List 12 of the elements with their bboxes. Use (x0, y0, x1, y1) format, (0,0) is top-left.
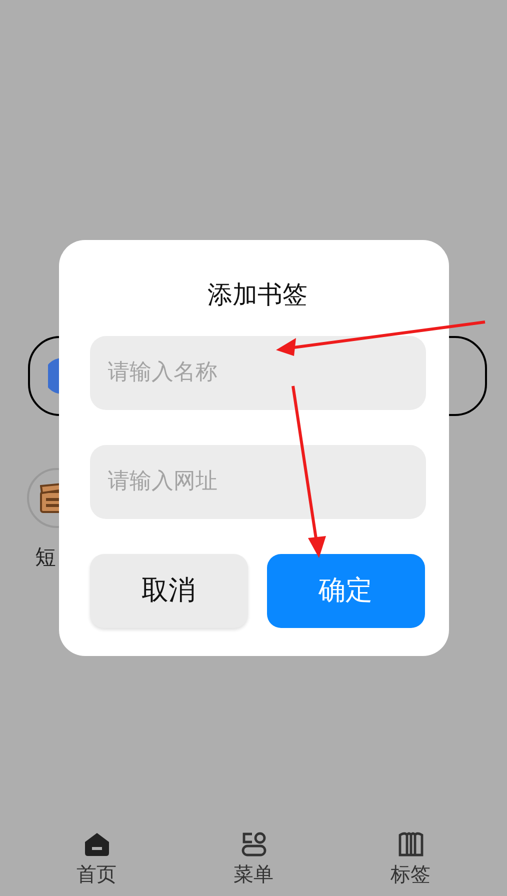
dialog-title: 添加书签 (206, 279, 308, 312)
nav-tab[interactable]: 首页 (76, 831, 116, 886)
book-icon (396, 831, 424, 858)
nav-tab[interactable]: 标签 (390, 831, 430, 886)
input-field[interactable]: 请输入名称 (90, 336, 426, 410)
confirm-button[interactable]: 确定 (266, 554, 424, 628)
shortcut-label: 短 (35, 544, 56, 571)
menu-icon (240, 831, 268, 858)
cancel-button[interactable]: 取消 (90, 554, 248, 628)
input-field[interactable]: 请输入网址 (90, 444, 426, 519)
nav-tab[interactable]: 菜单 (234, 831, 274, 886)
home-icon (82, 831, 110, 858)
